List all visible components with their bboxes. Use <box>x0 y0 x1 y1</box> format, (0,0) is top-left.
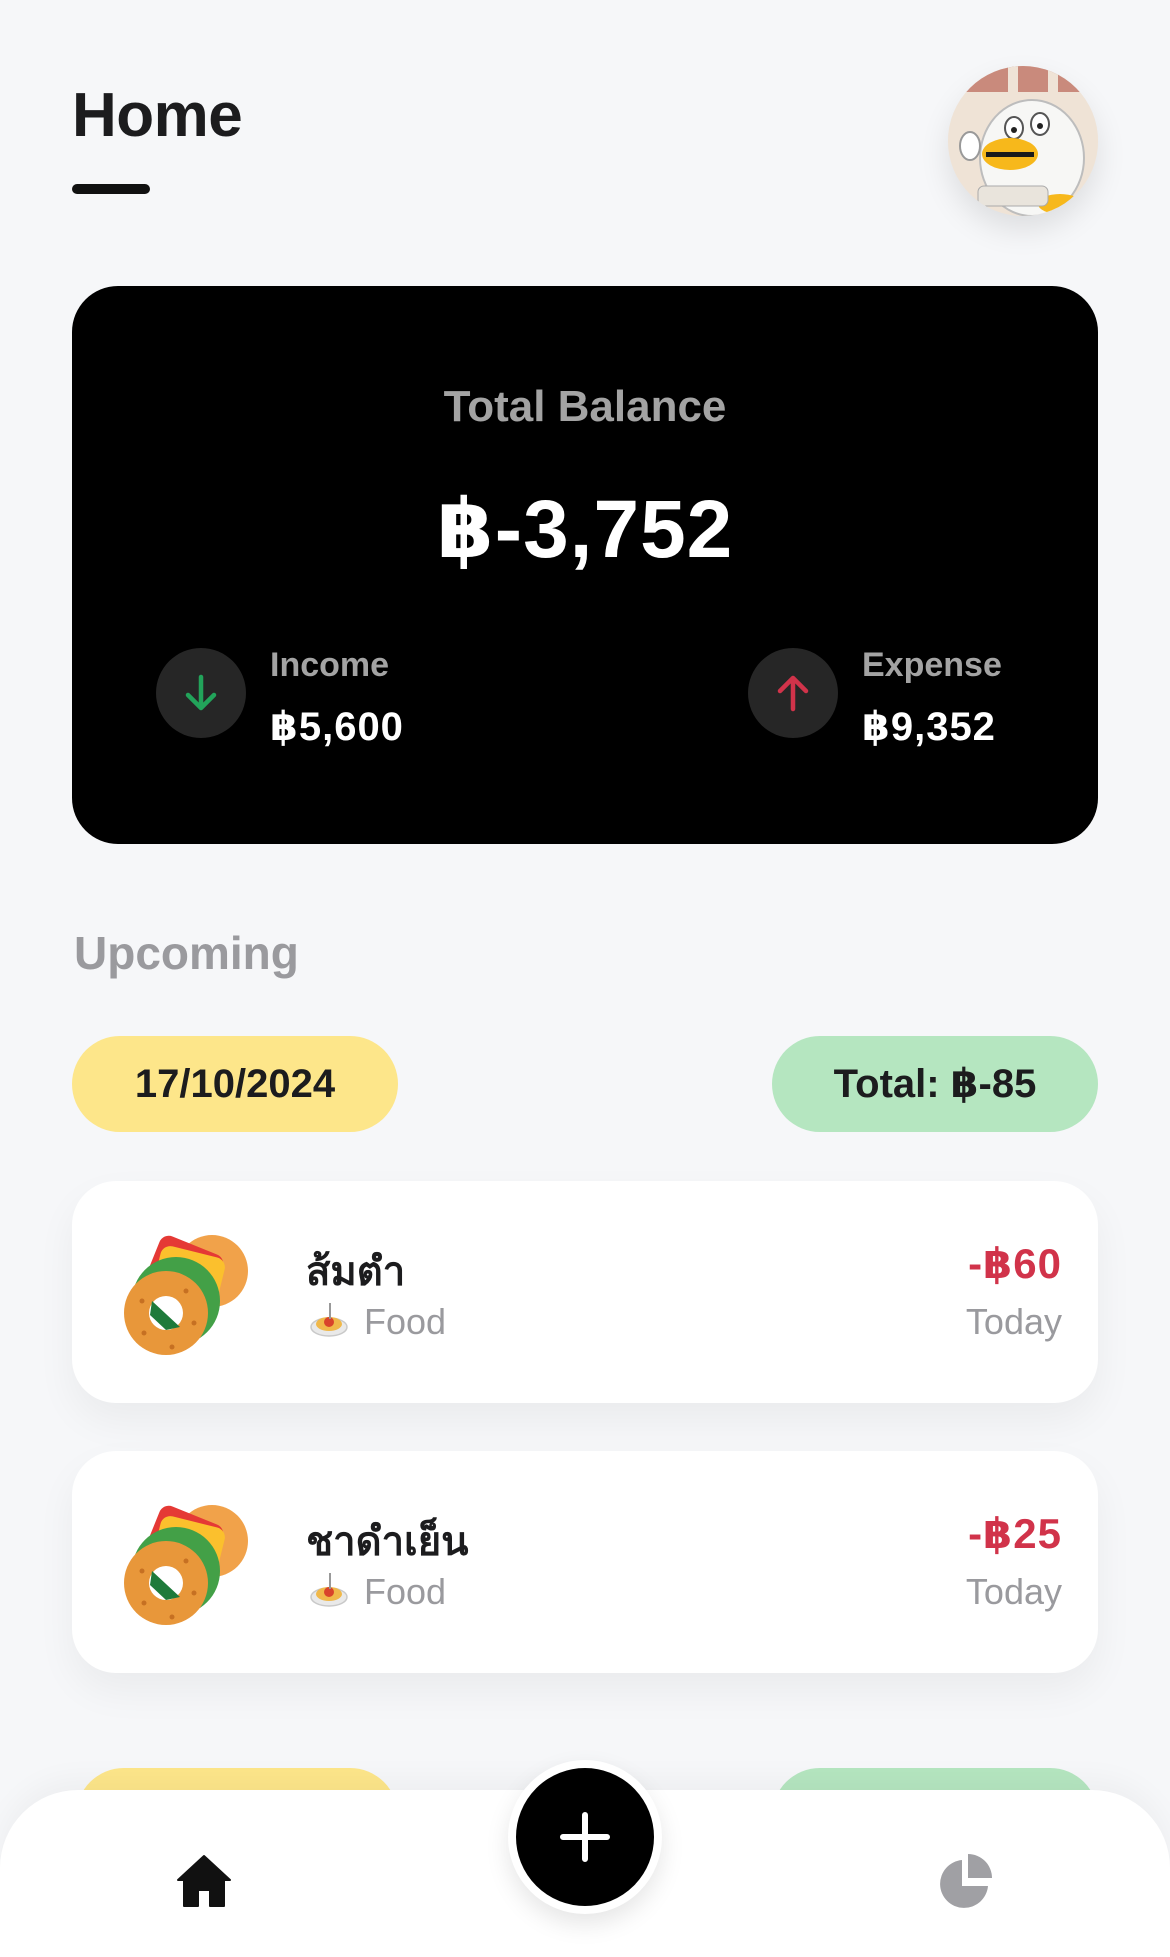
transaction-category: Food <box>308 1301 446 1343</box>
upcoming-title: Upcoming <box>74 927 299 979</box>
total-pill: Total: ฿-85 <box>772 1036 1098 1132</box>
spaghetti-icon <box>310 1303 348 1337</box>
transaction-category-label: Food <box>364 1571 447 1612</box>
food-icon <box>114 1493 252 1631</box>
home-icon <box>177 1855 231 1907</box>
balance-card: Total Balance ฿-3,752 Income ฿5,600 Expe… <box>72 286 1098 844</box>
income-label: Income <box>270 646 390 684</box>
transaction-amount: -฿60 <box>968 1240 1062 1287</box>
balance-label: Total Balance <box>443 382 727 431</box>
food-icon <box>114 1223 252 1361</box>
transaction-date: Today <box>965 1571 1062 1612</box>
transaction-name: ชาดำเย็น <box>306 1520 469 1564</box>
pie-chart-icon <box>940 1854 992 1908</box>
avatar[interactable] <box>948 66 1098 216</box>
arrow-down-icon <box>185 674 217 711</box>
expense-value: ฿9,352 <box>862 705 996 749</box>
transaction-card[interactable]: ส้มตำ Food -฿60 Today <box>72 1181 1098 1403</box>
arrow-up-icon <box>777 675 809 712</box>
tab-home[interactable] <box>172 1848 236 1912</box>
income-icon-circle <box>156 648 246 738</box>
balance-value: ฿-3,752 <box>436 484 734 575</box>
transaction-category: Food <box>308 1571 446 1613</box>
income-stat: Income ฿5,600 <box>156 638 476 749</box>
header: Home <box>72 66 1098 220</box>
add-icon <box>560 1812 610 1862</box>
spaghetti-icon <box>310 1573 348 1607</box>
date-pill: 17/10/2024 <box>72 1036 398 1132</box>
transaction-category-label: Food <box>364 1301 447 1342</box>
add-button[interactable] <box>508 1760 662 1914</box>
title-underline <box>72 184 150 194</box>
transaction-date: Today <box>965 1301 1062 1342</box>
transaction-amount: -฿25 <box>968 1510 1062 1557</box>
expense-label: Expense <box>862 646 1002 684</box>
avatar-duck-image <box>948 66 1098 216</box>
income-value: ฿5,600 <box>270 705 404 749</box>
transaction-card[interactable]: ชาดำเย็น Food -฿25 Today <box>72 1451 1098 1673</box>
tab-statistics[interactable] <box>934 1848 998 1912</box>
page-title: Home <box>72 81 243 150</box>
expense-icon-circle <box>748 648 838 738</box>
transaction-name: ส้มตำ <box>306 1250 406 1294</box>
expense-stat: Expense ฿9,352 <box>748 638 1048 749</box>
